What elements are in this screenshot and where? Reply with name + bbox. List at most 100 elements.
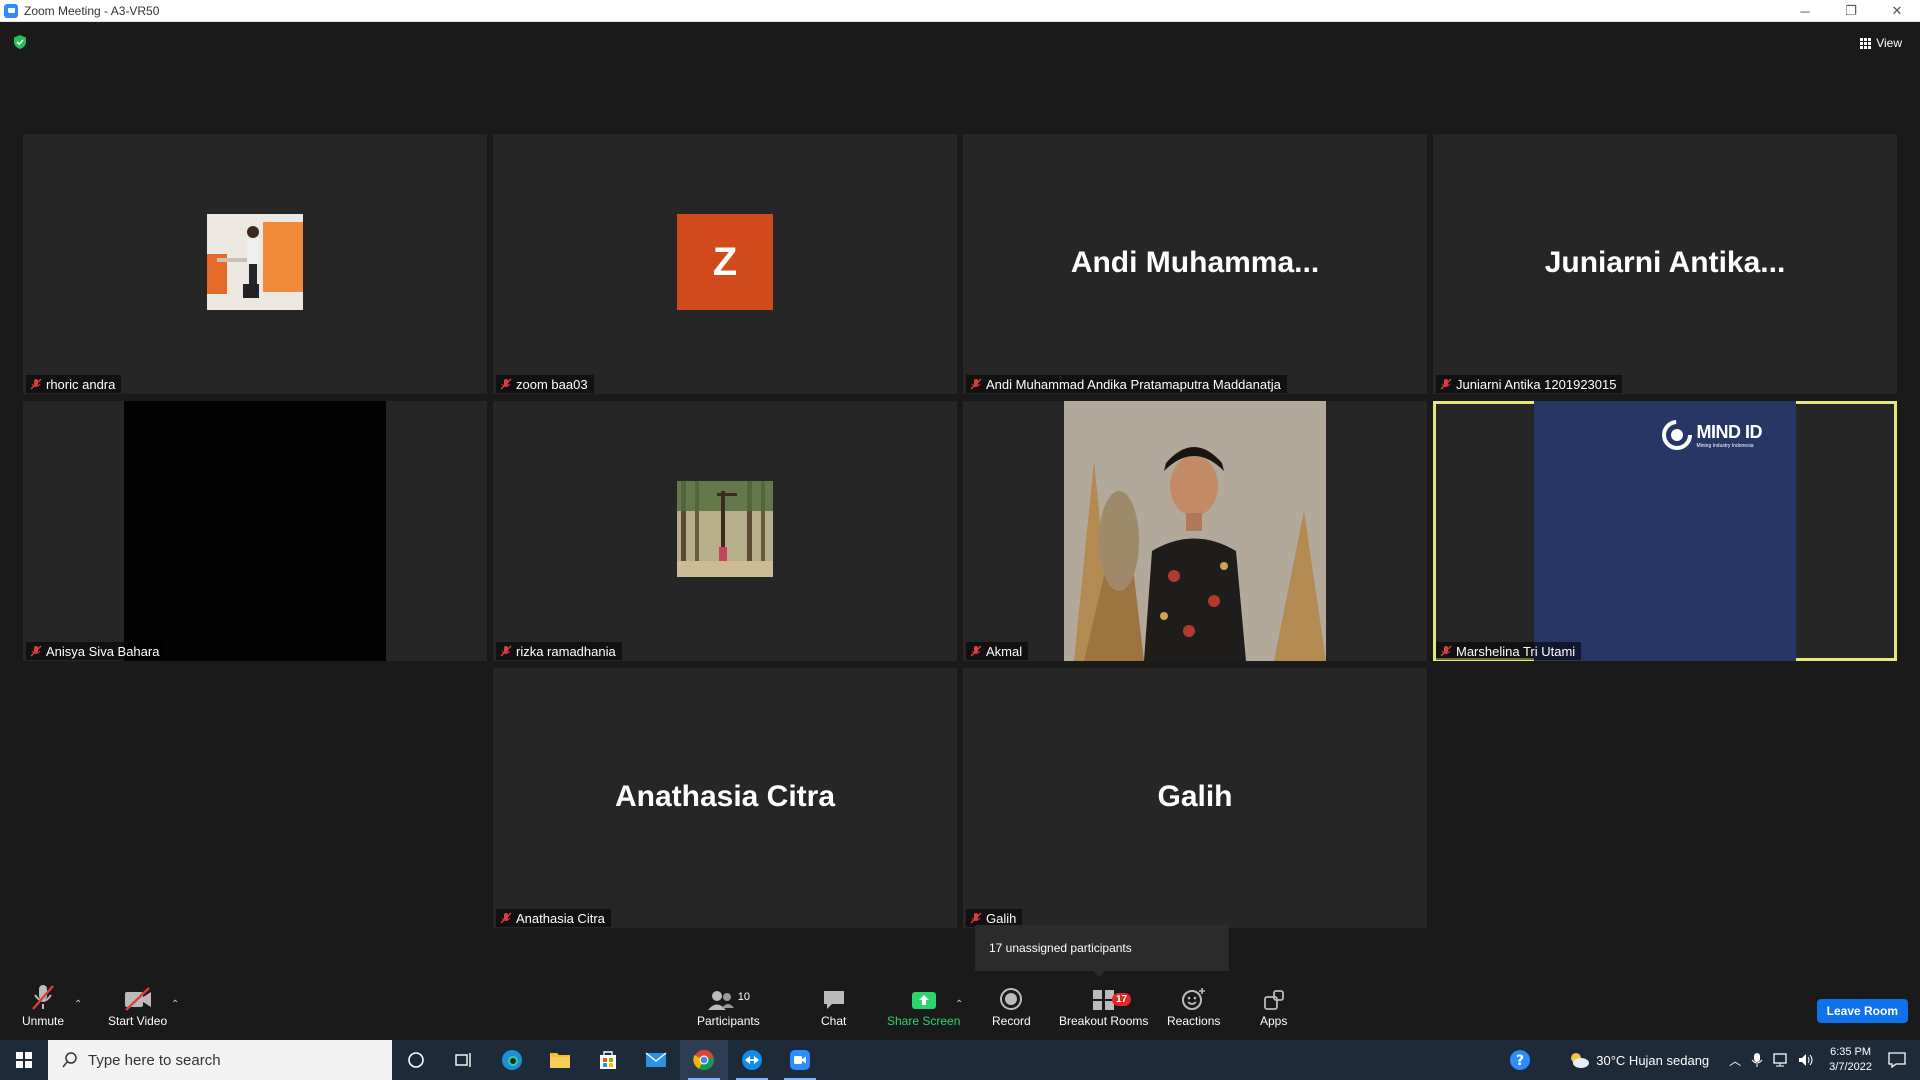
participant-name-tag: Marshelina Tri Utami — [1436, 642, 1582, 660]
participant-name-tag: zoom baa03 — [496, 375, 594, 393]
participant-name-tag: Anathasia Citra — [496, 909, 611, 927]
breakout-rooms-button[interactable]: Breakout Rooms — [1059, 979, 1148, 1028]
start-video-button[interactable]: Start Video — [108, 979, 167, 1028]
apps-button[interactable]: Apps — [1260, 979, 1287, 1028]
mic-muted-icon — [30, 645, 42, 657]
share-options-caret-icon[interactable]: ⌃ — [955, 999, 963, 1010]
slide-logo-subtitle: Mining Industry Indonesia — [1696, 442, 1754, 449]
mic-muted-icon — [500, 912, 512, 924]
taskbar-file-explorer[interactable] — [536, 1040, 584, 1080]
start-video-label: Start Video — [108, 1014, 168, 1028]
leave-room-button[interactable]: Leave Room — [1816, 999, 1908, 1023]
cortana-button[interactable] — [392, 1040, 440, 1080]
video-tile[interactable]: Z zoom baa03 — [493, 134, 957, 394]
participant-name: Anathasia Citra — [516, 910, 605, 926]
participant-name: Galih — [986, 910, 1017, 926]
participant-name: Andi Muhammad Andika Pratamaputra Maddan… — [986, 376, 1281, 392]
mic-muted-icon — [1440, 645, 1452, 657]
mind-id-logo-icon — [1661, 420, 1692, 450]
record-icon — [1000, 988, 1023, 1010]
cortana-circle-icon — [408, 1052, 424, 1068]
restore-button[interactable]: ❐ — [1828, 0, 1874, 22]
network-icon[interactable] — [1771, 1052, 1789, 1068]
slide-logo-text: MIND ID — [1696, 421, 1763, 442]
taskbar-store[interactable] — [584, 1040, 632, 1080]
video-options-caret-icon[interactable]: ⌃ — [171, 999, 179, 1010]
mic-muted-icon — [1440, 378, 1452, 390]
share-screen-label: Share Screen — [887, 1014, 961, 1028]
chrome-browser-icon — [693, 1050, 714, 1070]
tooltip-text: 17 unassigned participants — [989, 941, 1132, 955]
grid-view-icon — [1860, 37, 1872, 49]
video-feed: MIND ID Mining Industry Indonesia — [1534, 401, 1796, 661]
reactions-label: Reactions — [1167, 1014, 1221, 1028]
weather-text[interactable]: 30°C Hujan sedang — [1596, 1053, 1709, 1068]
record-label: Record — [992, 1014, 1031, 1028]
task-view-button[interactable] — [440, 1040, 488, 1080]
taskbar-clock[interactable]: 6:35 PM 3/7/2022 — [1829, 1045, 1872, 1075]
store-bag-icon — [600, 1051, 616, 1069]
video-tile[interactable]: rhoric andra — [23, 134, 487, 394]
clock-time: 6:35 PM — [1830, 1046, 1872, 1058]
notifications-icon[interactable] — [1888, 1052, 1906, 1068]
taskbar-mail[interactable] — [632, 1040, 680, 1080]
weather-cloud-icon[interactable] — [1568, 1051, 1590, 1069]
share-screen-icon — [911, 992, 936, 1009]
profile-photo — [677, 481, 773, 577]
title-bar: Zoom Meeting - A3-VR50 ─ ❐ ✕ — [0, 0, 1920, 22]
participant-name-tag: Akmal — [966, 642, 1029, 660]
video-tile[interactable]: rizka ramadhania — [493, 401, 957, 661]
participant-big-name: Andi Muhamma... — [1070, 246, 1320, 279]
participant-name-tag: rhoric andra — [26, 375, 122, 393]
taskbar-search-box[interactable]: Type here to search — [48, 1040, 392, 1080]
participants-button[interactable]: 10 Participants — [697, 979, 760, 1028]
unmute-button[interactable]: Unmute — [22, 979, 64, 1028]
chat-button[interactable]: Chat — [821, 979, 846, 1028]
volume-icon[interactable] — [1797, 1052, 1815, 1068]
reactions-smiley-icon — [1181, 988, 1205, 1010]
profile-photo — [207, 214, 303, 310]
mic-muted-icon — [32, 985, 54, 1010]
close-button[interactable]: ✕ — [1874, 0, 1920, 22]
mic-muted-icon — [500, 645, 512, 657]
participant-name-tag: Anisya Siva Bahara — [26, 642, 166, 660]
video-feed — [124, 401, 386, 661]
video-tile[interactable]: Anisya Siva Bahara — [23, 401, 487, 661]
participant-name-tag: Andi Muhammad Andika Pratamaputra Maddan… — [966, 375, 1287, 393]
video-tile[interactable]: Galih Galih — [963, 668, 1427, 928]
participant-name: zoom baa03 — [516, 376, 588, 392]
record-button[interactable]: Record — [992, 979, 1031, 1028]
reactions-button[interactable]: Reactions — [1167, 979, 1220, 1028]
clock-date: 3/7/2022 — [1829, 1061, 1872, 1073]
encryption-shield-icon[interactable] — [12, 34, 28, 50]
search-icon — [62, 1052, 77, 1068]
microphone-icon[interactable] — [1751, 1052, 1763, 1068]
video-tile[interactable]: Akmal — [963, 401, 1427, 661]
taskbar-edge[interactable] — [488, 1040, 536, 1080]
video-tile[interactable]: Anathasia Citra Anathasia Citra — [493, 668, 957, 928]
chat-icon — [823, 991, 844, 1009]
windows-start-button[interactable] — [0, 1040, 48, 1080]
taskbar-zoom[interactable] — [776, 1040, 824, 1080]
participants-icon — [707, 991, 734, 1010]
taskbar-teamviewer[interactable] — [728, 1040, 776, 1080]
meeting-area: View rhoric andra Z zoom baa03 Andi Muha… — [0, 22, 1920, 977]
participant-name: Juniarni Antika 1201923015 — [1456, 376, 1617, 392]
participant-name: Akmal — [986, 643, 1023, 659]
tray-expand-chevron-icon[interactable]: ︿ — [1729, 1052, 1741, 1069]
view-button[interactable]: View — [1852, 32, 1910, 54]
video-tile[interactable]: Juniarni Antika... Juniarni Antika 12019… — [1433, 134, 1897, 394]
audio-options-caret-icon[interactable]: ⌃ — [74, 999, 82, 1010]
share-screen-button[interactable]: Share Screen — [887, 979, 960, 1028]
help-question-icon[interactable]: ? — [1508, 1048, 1532, 1072]
avatar-initial: Z — [677, 214, 773, 310]
video-tile[interactable]: Andi Muhamma... Andi Muhammad Andika Pra… — [963, 134, 1427, 394]
task-view-icon — [455, 1053, 471, 1067]
taskbar-chrome[interactable] — [680, 1040, 728, 1080]
minimize-button[interactable]: ─ — [1782, 0, 1828, 22]
svg-text:?: ? — [1516, 1053, 1524, 1069]
participant-name-tag: rizka ramadhania — [496, 642, 622, 660]
windows-logo-icon — [16, 1052, 32, 1068]
active-speaker-tile[interactable]: MIND ID Mining Industry Indonesia Marshe… — [1433, 401, 1897, 661]
zoom-app-icon — [790, 1050, 810, 1070]
